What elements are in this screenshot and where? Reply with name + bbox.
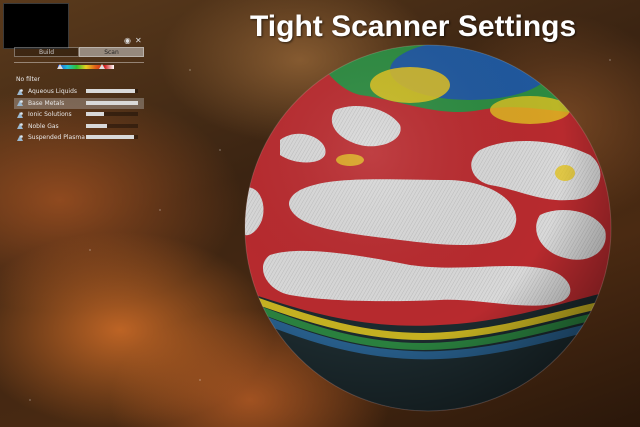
resource-level-fill	[86, 89, 136, 93]
spectrum-high-handle[interactable]	[99, 64, 106, 69]
spectrum-gradient	[58, 65, 114, 69]
resource-name: Ionic Solutions	[28, 111, 72, 118]
resource-row[interactable]: Aqueous Liquids	[14, 86, 144, 97]
resource-level-slider[interactable]	[86, 112, 138, 116]
spectrum-track	[14, 62, 144, 63]
game-viewport: Tight Scanner Settings ◉ ✕ Build Scan No…	[0, 0, 640, 427]
planet-scan-view[interactable]	[240, 40, 616, 416]
caption-title: Tight Scanner Settings	[250, 10, 577, 43]
resource-name: Aqueous Liquids	[28, 88, 78, 95]
resource-level-slider[interactable]	[86, 89, 138, 93]
ionic-solutions-icon	[16, 111, 24, 119]
resource-list: Aqueous Liquids Base Metals Ionic Solution…	[14, 86, 144, 144]
resource-level-slider[interactable]	[86, 100, 138, 105]
resource-name: Suspended Plasma	[28, 134, 85, 141]
resource-name: Base Metals	[28, 99, 65, 107]
noble-gas-icon	[16, 122, 24, 130]
resource-row[interactable]: Base Metals	[14, 97, 144, 109]
pin-icon[interactable]: ◉	[124, 36, 131, 45]
resource-row[interactable]: Suspended Plasma	[14, 132, 144, 143]
panel-tabs: Build Scan	[14, 47, 144, 57]
resource-level-fill	[86, 135, 134, 139]
resource-row[interactable]: Noble Gas	[14, 121, 144, 132]
base-metals-icon	[16, 99, 24, 107]
aqueous-liquids-icon	[16, 88, 24, 96]
resource-name: Noble Gas	[28, 122, 59, 130]
tab-build[interactable]: Build	[14, 47, 79, 57]
planet-heatmap	[244, 44, 612, 412]
resource-level-fill	[86, 100, 138, 105]
suspended-plasma-icon	[16, 134, 24, 142]
planet-thumbnail[interactable]	[3, 3, 69, 49]
filter-label: No filter	[16, 76, 41, 83]
tab-scan[interactable]: Scan	[79, 47, 144, 57]
close-icon[interactable]: ✕	[135, 36, 142, 45]
resource-row[interactable]: Ionic Solutions	[14, 109, 144, 120]
spectrum-low-handle[interactable]	[56, 64, 63, 69]
resource-level-slider[interactable]	[86, 123, 138, 128]
resource-level-slider[interactable]	[86, 135, 138, 139]
resource-level-fill	[86, 112, 105, 116]
resource-level-fill	[86, 123, 107, 128]
spectrum-filter-slider[interactable]	[14, 60, 144, 72]
